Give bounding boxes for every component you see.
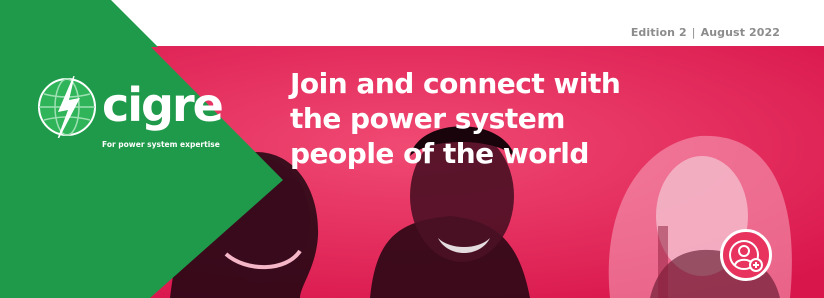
logo-wordmark: cigre [102,78,224,132]
globe-lightning-icon [38,76,96,138]
logo-tagline: For power system expertise [102,140,220,149]
edition-separator: | [691,26,696,39]
edition-date: August 2022 [700,26,780,39]
hero-headline: Join and connect with the power system p… [290,66,650,171]
headline-line: people of the world [290,137,589,170]
headline-line: Join and connect with [290,67,621,100]
add-user-button[interactable] [720,229,772,281]
edition-number: Edition 2 [630,26,687,39]
add-user-icon [729,240,763,272]
brand-triangle-top [0,0,158,47]
headline-line: the power system [290,102,565,135]
edition-label: Edition 2 | August 2022 [631,26,780,39]
newsletter-banner: Edition 2 | August 2022 cigre For power … [0,0,824,298]
cigre-logo: cigre For power system expertise [36,74,236,164]
